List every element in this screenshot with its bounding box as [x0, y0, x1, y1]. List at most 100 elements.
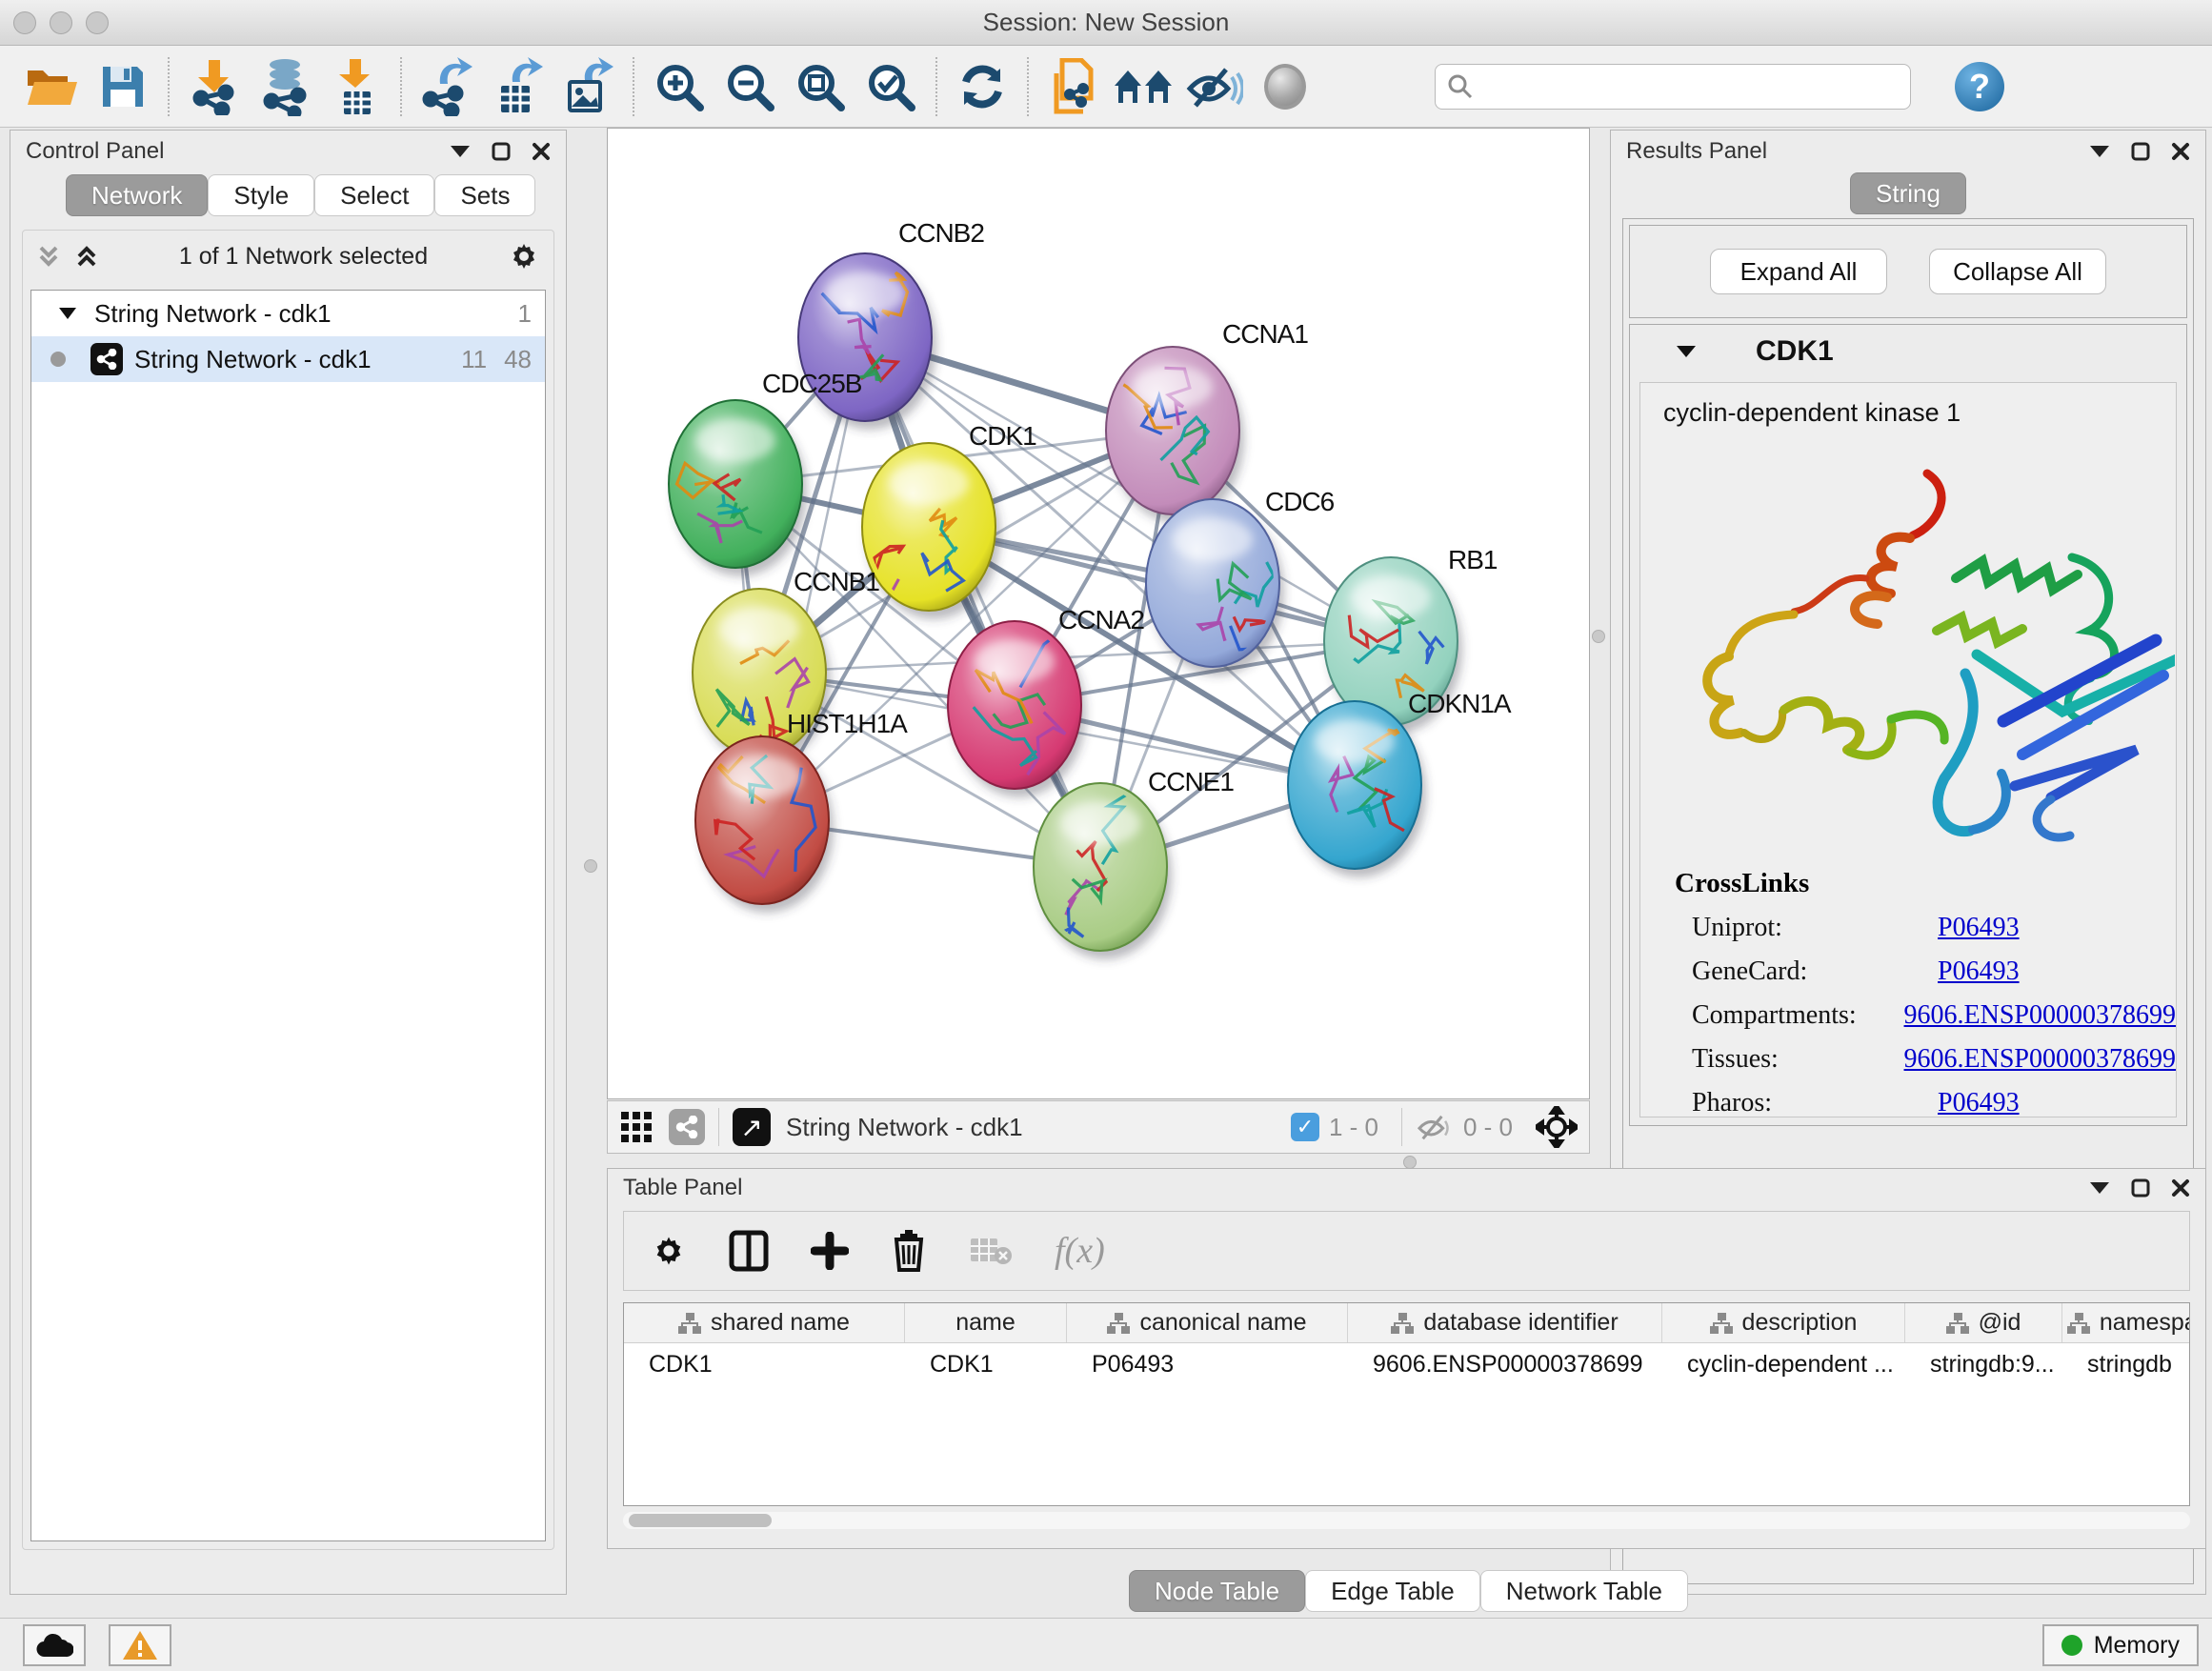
- column-header-name[interactable]: name: [905, 1303, 1067, 1342]
- grid-view-icon[interactable]: [619, 1110, 654, 1144]
- save-session-button[interactable]: [88, 54, 158, 119]
- tab-select[interactable]: Select: [314, 174, 434, 216]
- panel-menu-icon[interactable]: [2089, 145, 2110, 158]
- table-horizontal-scrollbar: [623, 1512, 2190, 1529]
- table-row[interactable]: CDK1CDK1P064939606.ENSP00000378699cyclin…: [624, 1343, 2189, 1385]
- selected-checkbox-icon[interactable]: ✓: [1291, 1113, 1319, 1141]
- refresh-button[interactable]: [947, 54, 1017, 119]
- memory-button[interactable]: Memory: [2042, 1624, 2199, 1666]
- import-database-icon: [256, 57, 313, 116]
- network-row[interactable]: String Network - cdk1 11 48: [31, 336, 545, 382]
- tab-edge-table[interactable]: Edge Table: [1305, 1570, 1480, 1612]
- open-session-button[interactable]: [17, 54, 88, 119]
- crosslink-link[interactable]: P06493: [1938, 913, 2020, 943]
- network-node[interactable]: CCNE1: [1034, 767, 1234, 959]
- tab-node-table[interactable]: Node Table: [1129, 1570, 1305, 1612]
- table-gear-icon[interactable]: [651, 1233, 687, 1269]
- zoom-in-button[interactable]: [644, 54, 714, 119]
- export-network-icon: [419, 57, 474, 116]
- column-header-description[interactable]: description: [1662, 1303, 1905, 1342]
- column-header-database-identifier[interactable]: database identifier: [1348, 1303, 1662, 1342]
- tab-sets[interactable]: Sets: [434, 174, 535, 216]
- table-header-row: shared name name canonical name database id…: [624, 1303, 2189, 1343]
- zoom-selected-button[interactable]: [855, 54, 926, 119]
- network-view-toolbar: ↗ String Network - cdk1 ✓ 1 - 0 0 - 0: [607, 1100, 1590, 1154]
- network-node[interactable]: CDC6: [1146, 487, 1335, 675]
- cloud-button[interactable]: [23, 1624, 86, 1666]
- panel-float-icon[interactable]: [2131, 1178, 2150, 1198]
- annotation-button[interactable]: [1038, 54, 1109, 119]
- add-column-icon[interactable]: [811, 1232, 849, 1270]
- function-builder-icon: f(x): [1055, 1230, 1105, 1272]
- gear-icon[interactable]: [508, 240, 540, 272]
- collapse-all-button[interactable]: Collapse All: [1929, 249, 2106, 294]
- column-header-shared-name[interactable]: shared name: [624, 1303, 905, 1342]
- import-network-file-button[interactable]: [179, 54, 250, 119]
- birds-eye-crosshair-icon[interactable]: [1536, 1106, 1578, 1148]
- toolbar-separator: [1027, 57, 1029, 116]
- network-view-icon[interactable]: [669, 1109, 705, 1145]
- crosslink-link[interactable]: P06493: [1938, 956, 2020, 987]
- tab-network-table[interactable]: Network Table: [1480, 1570, 1688, 1612]
- right-splitter-handle[interactable]: [1592, 630, 1605, 643]
- show-graphics-button[interactable]: [1250, 54, 1320, 119]
- column-type-icon: [2067, 1313, 2090, 1334]
- network-view-canvas[interactable]: CCNB2CCNA1CDC25BCDK1CDC6RB1CCNB1CCNA2CDK…: [607, 128, 1590, 1099]
- first-neighbors-button[interactable]: [1109, 54, 1179, 119]
- search-input[interactable]: [1474, 72, 1899, 101]
- panel-float-icon[interactable]: [492, 142, 511, 161]
- expand-all-icon[interactable]: [74, 244, 99, 269]
- column-header-canonical-name[interactable]: canonical name: [1067, 1303, 1348, 1342]
- panel-menu-icon[interactable]: [450, 145, 471, 158]
- toolbar-separator: [400, 57, 402, 116]
- network-list: String Network - cdk1 1 String Network -…: [30, 290, 546, 1541]
- table-cell: stringdb: [2062, 1343, 2190, 1385]
- crosslinks-heading: CrossLinks: [1675, 868, 2176, 899]
- expand-all-button[interactable]: Expand All: [1710, 249, 1887, 294]
- crosslink-link[interactable]: P06493: [1938, 1088, 2020, 1117]
- column-label: description: [1742, 1309, 1858, 1337]
- panel-float-icon[interactable]: [2131, 142, 2150, 161]
- quick-search: [1435, 64, 1911, 110]
- tab-network[interactable]: Network: [66, 174, 208, 216]
- detach-view-button[interactable]: ↗: [733, 1108, 771, 1146]
- delete-column-icon[interactable]: [891, 1230, 927, 1272]
- gene-section: CDK1 cyclin-dependent kinase 1: [1629, 324, 2187, 1126]
- import-table-file-button[interactable]: [320, 54, 391, 119]
- refresh-icon: [956, 61, 1008, 112]
- node-label: CCNE1: [1148, 767, 1234, 796]
- collapse-all-icon[interactable]: [36, 244, 61, 269]
- scrollbar-thumb[interactable]: [629, 1514, 772, 1527]
- column-header--id[interactable]: @id: [1905, 1303, 2062, 1342]
- column-label: database identifier: [1423, 1309, 1618, 1337]
- zoom-fit-button[interactable]: [785, 54, 855, 119]
- column-header-namespac[interactable]: namespac: [2062, 1303, 2190, 1342]
- crosslink-link[interactable]: 9606.ENSP00000378699: [1904, 1000, 2176, 1031]
- crosslink-row: Tissues:9606.ENSP00000378699: [1692, 1044, 2176, 1075]
- left-splitter-handle[interactable]: [584, 859, 597, 873]
- warnings-button[interactable]: [109, 1624, 171, 1666]
- control-panel-tabs: NetworkStyleSelectSets: [66, 174, 566, 216]
- toolbar-separator: [633, 57, 634, 116]
- export-image-button[interactable]: [553, 54, 623, 119]
- table-cell: CDK1: [624, 1343, 905, 1385]
- panel-menu-icon[interactable]: [2089, 1181, 2110, 1195]
- hide-selected-button[interactable]: [1179, 54, 1250, 119]
- section-collapse-icon[interactable]: [1676, 345, 1697, 358]
- export-network-button[interactable]: [412, 54, 482, 119]
- network-collection-row[interactable]: String Network - cdk1 1: [31, 291, 545, 336]
- crosslink-link[interactable]: 9606.ENSP00000378699: [1904, 1044, 2176, 1075]
- bottom-splitter-handle[interactable]: [1403, 1156, 1417, 1169]
- export-table-button[interactable]: [482, 54, 553, 119]
- column-label: name: [955, 1309, 1016, 1337]
- panel-close-icon[interactable]: [532, 142, 551, 161]
- tab-style[interactable]: Style: [208, 174, 314, 216]
- zoom-out-button[interactable]: [714, 54, 785, 119]
- panel-close-icon[interactable]: [2171, 1178, 2190, 1198]
- panel-close-icon[interactable]: [2171, 142, 2190, 161]
- tab-string[interactable]: String: [1850, 172, 1966, 214]
- import-network-database-button[interactable]: [250, 54, 320, 119]
- tree-expand-icon[interactable]: [58, 307, 77, 320]
- show-columns-icon[interactable]: [729, 1230, 769, 1272]
- help-button[interactable]: ?: [1955, 62, 2004, 111]
